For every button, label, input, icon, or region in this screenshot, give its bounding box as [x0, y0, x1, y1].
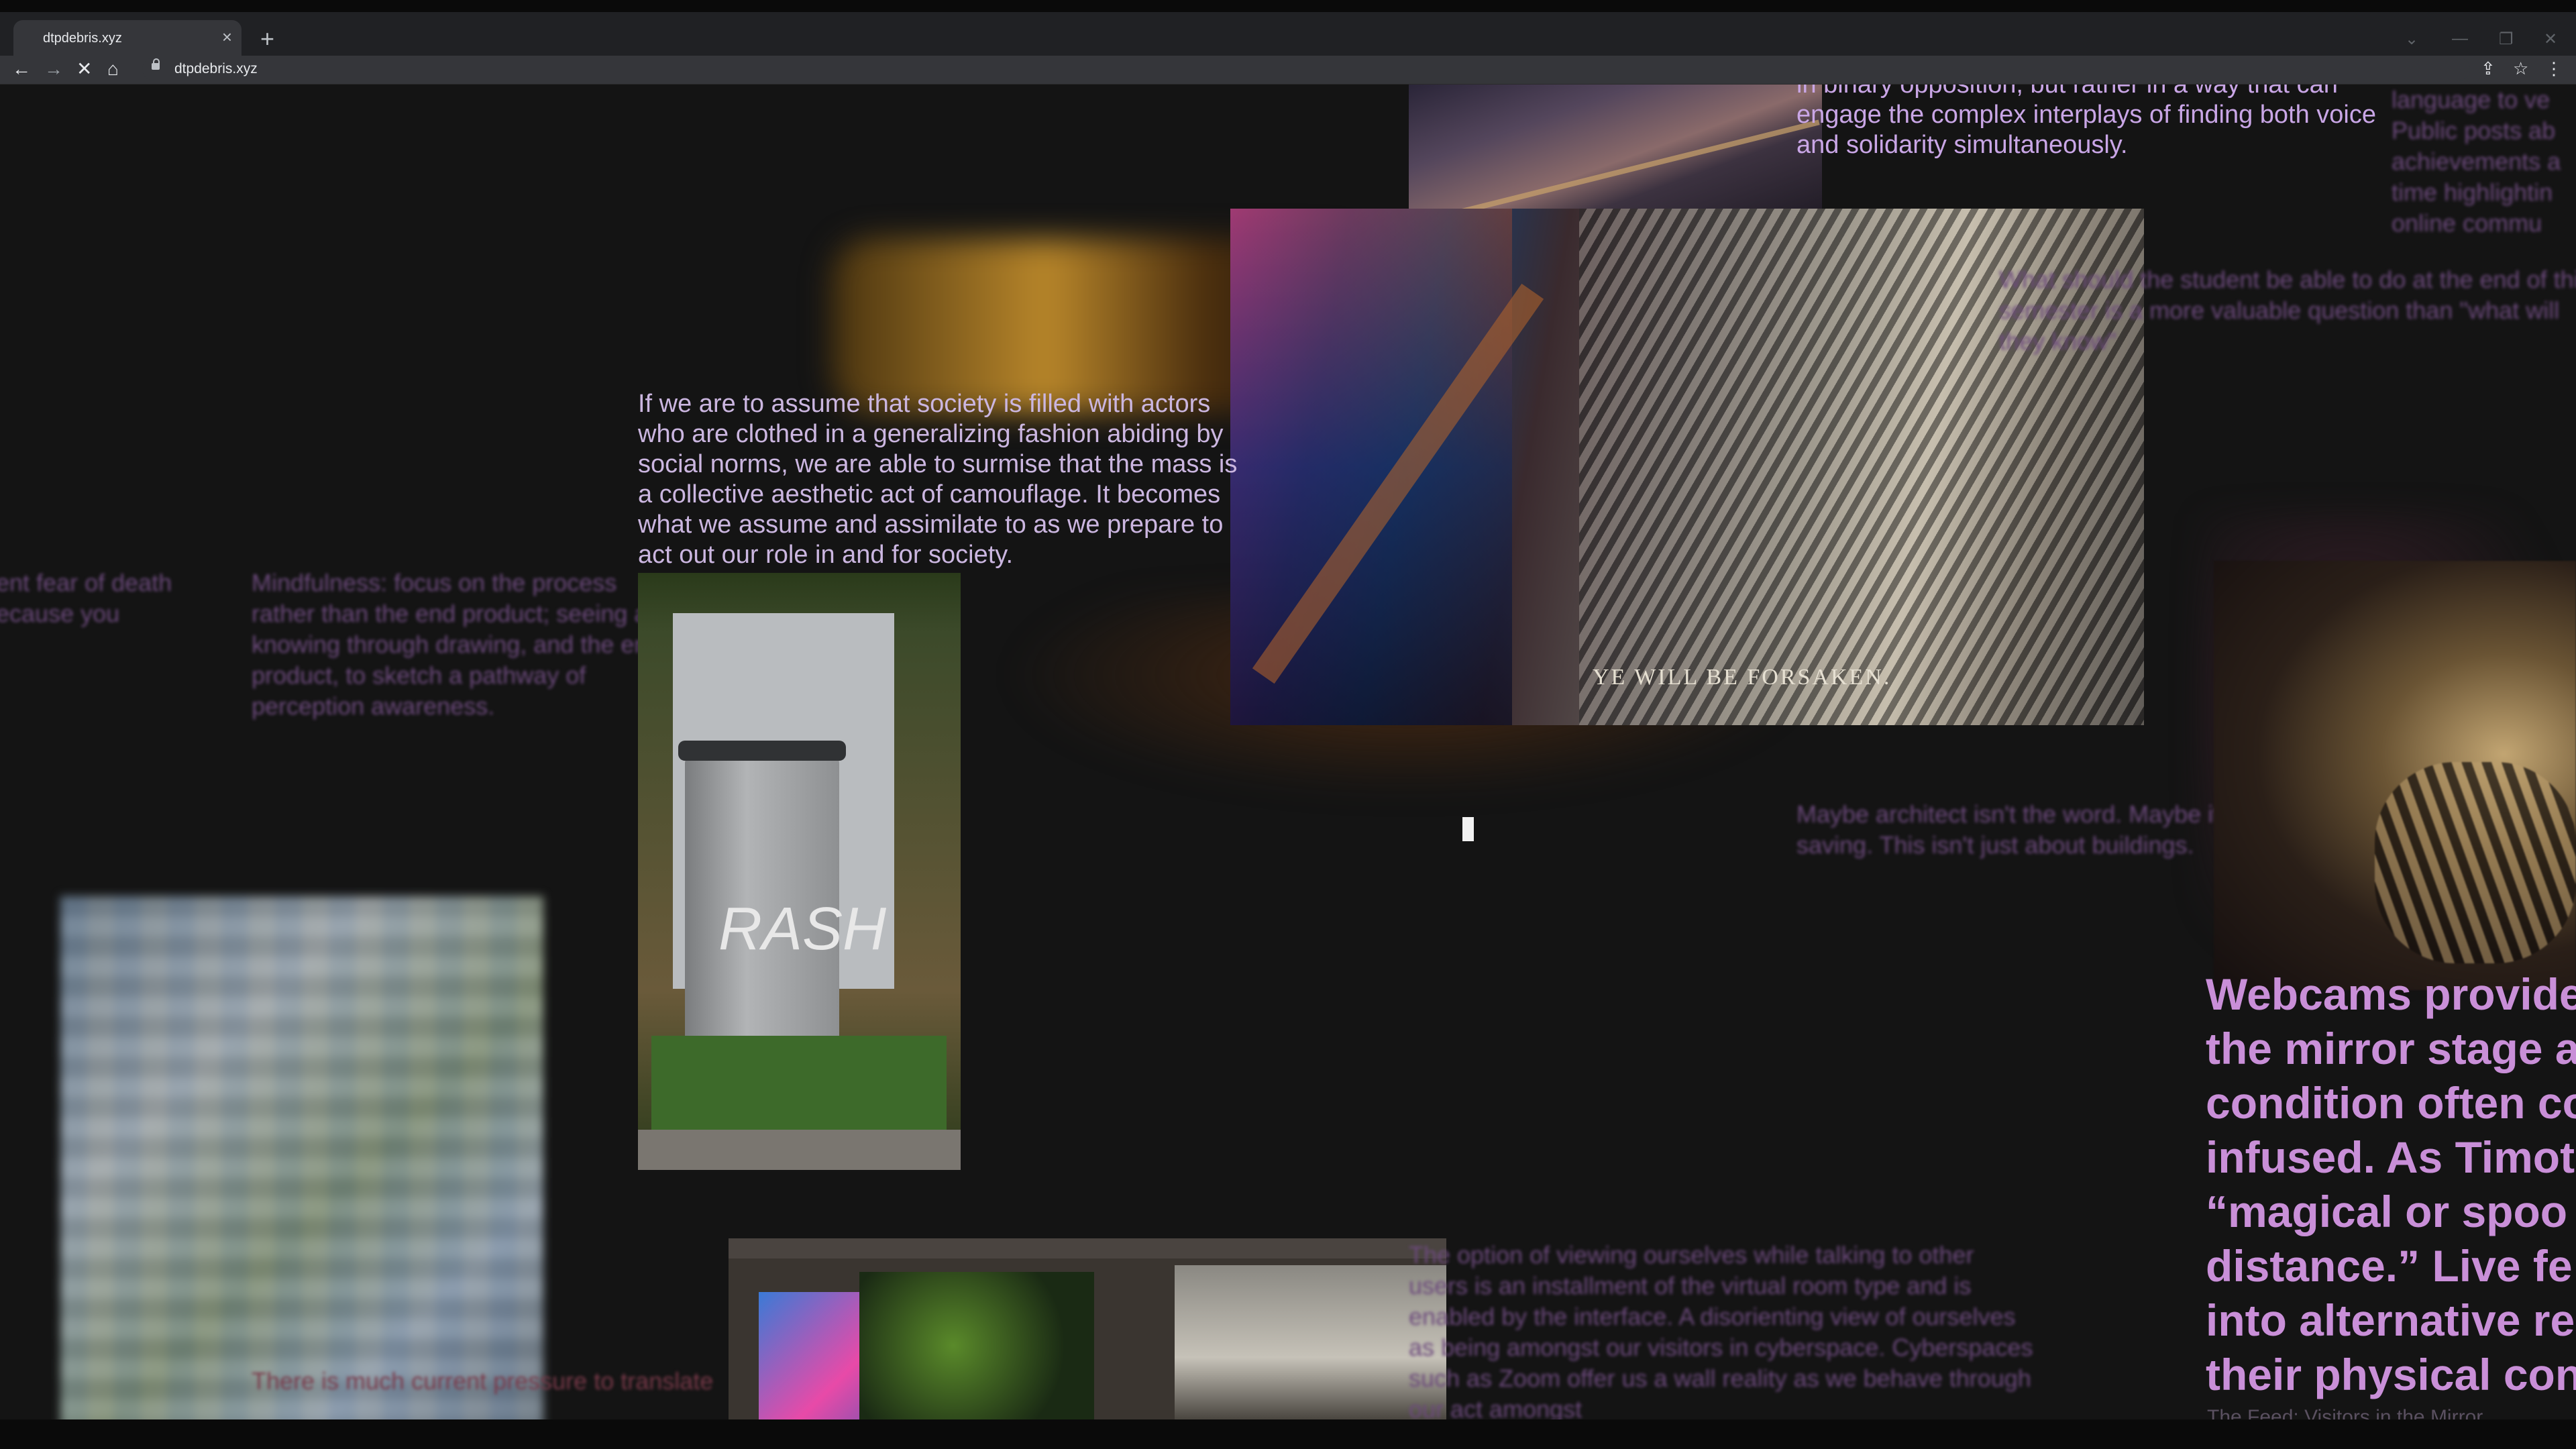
fear-of-death-text: ent fear of death ecause you: [0, 569, 172, 627]
window-bottom-frame: [0, 1419, 2576, 1449]
viewing-ourselves-text: The option of viewing ourselves while ta…: [1409, 1241, 2033, 1419]
student-question-text: What should the student be able to do at…: [1999, 266, 2576, 355]
bookmark-star-icon[interactable]: ☆: [2513, 58, 2528, 79]
share-icon[interactable]: ⇪: [2481, 58, 2496, 79]
close-tab-icon[interactable]: ×: [222, 27, 232, 47]
image-caption: YE WILL BE FORSAKEN.: [1593, 665, 1892, 690]
browser-window: dtpdebris.xyz × + ⌄ — ❐ ✕ ← → ✕ ⌂ dtpdeb…: [0, 0, 2576, 1449]
lock-icon: [152, 58, 160, 70]
maximize-button[interactable]: ❐: [2499, 30, 2514, 49]
tab-search-icon[interactable]: ⌄: [2405, 30, 2418, 49]
webcams-heading-text: Webcams provide the mirror stage a condi…: [2206, 969, 2576, 1399]
forward-button[interactable]: →: [44, 58, 63, 80]
browser-menu-icon[interactable]: ⋮: [2545, 58, 2563, 79]
new-tab-button[interactable]: +: [260, 27, 274, 51]
text-cursor: [1462, 817, 1474, 841]
tab-strip: dtpdebris.xyz × + ⌄ — ❐ ✕: [0, 12, 2576, 56]
address-bar[interactable]: dtpdebris.xyz: [142, 58, 2470, 80]
stop-loading-button[interactable]: ✕: [76, 58, 92, 80]
blurred-collage-image: [60, 896, 543, 1419]
back-button[interactable]: ←: [12, 58, 31, 80]
home-button[interactable]: ⌂: [107, 58, 119, 80]
webcam-caption: The Feed: Visitors in the Mirror: [2207, 1406, 2483, 1419]
pressure-text: There is much current pressure to transl…: [252, 1367, 714, 1395]
skeleton-photo: [2214, 561, 2576, 990]
top-quote-text: in binary opposition, but rather in a wa…: [1796, 85, 2376, 159]
web-page: in binary opposition, but rather in a wa…: [0, 85, 2576, 1419]
tab-title: dtpdebris.xyz: [43, 31, 122, 46]
browser-toolbar: ← → ✕ ⌂ dtpdebris.xyz ⇪ ☆ ⋮: [0, 56, 2576, 85]
mindfulness-text: Mindfulness: focus on the process rather…: [252, 569, 675, 720]
window-frame: [0, 0, 2576, 12]
road-photo: [1409, 85, 1822, 212]
url-text: dtpdebris.xyz: [174, 61, 258, 76]
trash-can-photo: RASH: [638, 573, 961, 1170]
right-column-text: language to ve Public posts ab achieveme…: [2392, 86, 2561, 237]
close-window-button[interactable]: ✕: [2544, 30, 2557, 49]
minimize-button[interactable]: —: [2452, 30, 2468, 48]
society-paragraph: If we are to assume that society is fill…: [638, 390, 1238, 569]
browser-tab[interactable]: dtpdebris.xyz ×: [13, 20, 241, 56]
